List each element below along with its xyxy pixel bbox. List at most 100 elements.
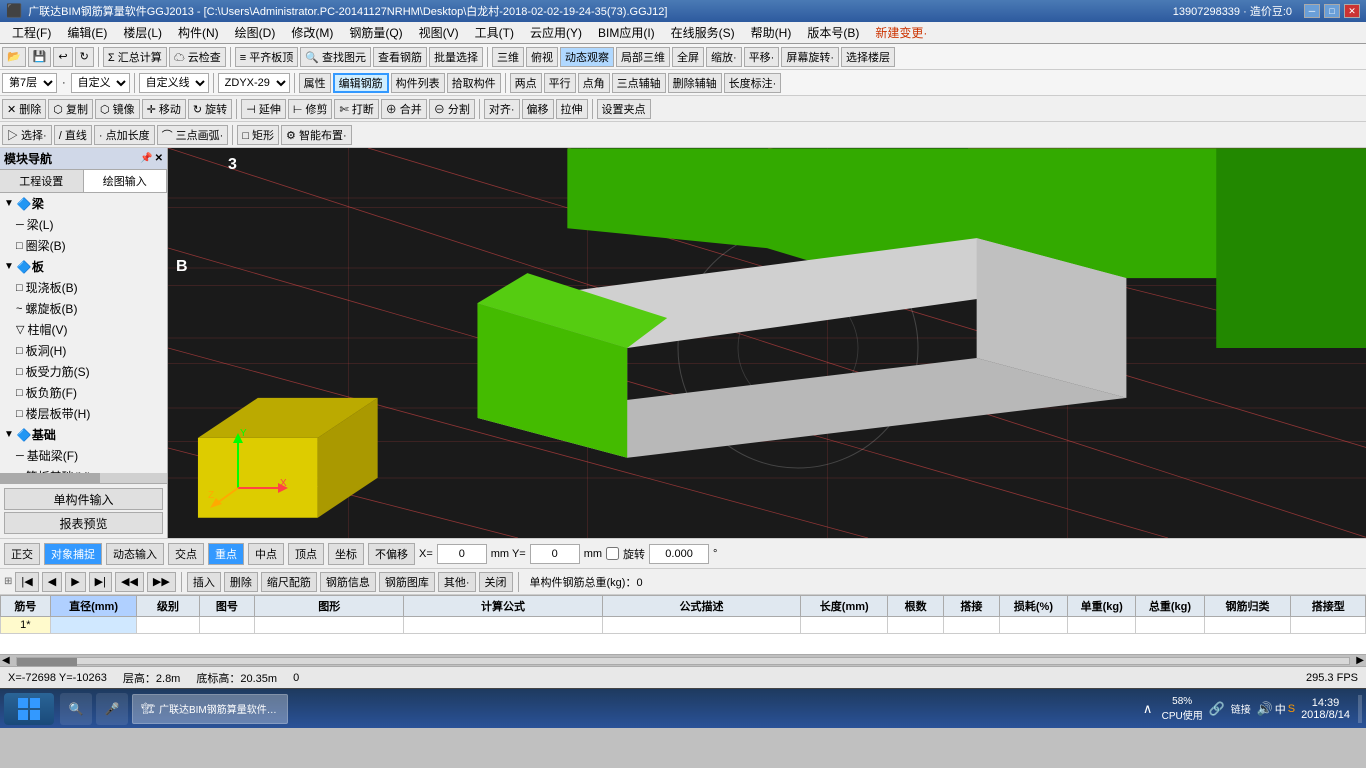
tb-fullscreen-btn[interactable]: 全屏 — [672, 47, 704, 67]
tree-item-lcbd[interactable]: □ 楼层板带(H) — [0, 403, 167, 424]
viewport-scrollbar[interactable]: ◀ ▶ — [0, 654, 1366, 666]
scrollbar-thumb[interactable] — [17, 658, 77, 666]
scroll-left-btn[interactable]: ◀ — [0, 655, 12, 666]
tb-local-3d-btn[interactable]: 局部三维 — [616, 47, 670, 67]
tb-align-btn[interactable]: 对齐· — [484, 99, 520, 119]
tb-rect-btn[interactable]: □ 矩形 — [237, 125, 279, 145]
tb-merge-btn[interactable]: ⊕ 合并 — [381, 99, 427, 119]
single-comp-input-btn[interactable]: 单构件输入 — [4, 488, 163, 510]
mode-zhengiao-btn[interactable]: 正交 — [4, 543, 40, 565]
menu-gangjin[interactable]: 钢筋量(Q) — [341, 22, 410, 43]
tb-rotate-btn[interactable]: ↻ 旋转 — [188, 99, 232, 119]
tb-stretch-btn[interactable]: 拉伸 — [556, 99, 588, 119]
sidebar-close-icon[interactable]: ✕ — [155, 153, 163, 164]
lang-indicator[interactable]: 中 — [1275, 701, 1286, 717]
menu-bimyingyong[interactable]: BIM应用(I) — [590, 22, 663, 43]
menu-bianji[interactable]: 编辑(E) — [59, 22, 115, 43]
tree-item-lxb[interactable]: ~ 螺旋板(B) — [0, 298, 167, 319]
cell-diameter[interactable] — [50, 617, 137, 634]
speaker-icon[interactable]: 🔊 — [1257, 701, 1273, 717]
tb-edit-rebar-btn[interactable]: 编辑钢筋 — [333, 73, 389, 93]
tb-del-aux-btn[interactable]: 删除辅轴 — [668, 73, 722, 93]
viewport[interactable]: 3 B Y X Z — [168, 148, 1366, 538]
rotate-input[interactable] — [649, 544, 709, 564]
tb-3d-btn[interactable]: 三维 — [492, 47, 524, 67]
tree-item-liang[interactable]: ▼ 🔷 梁 — [0, 193, 167, 214]
menu-louceng[interactable]: 楼层(L) — [115, 22, 170, 43]
tree-item-bfj[interactable]: □ 板负筋(F) — [0, 382, 167, 403]
tb-view-rebar-btn[interactable]: 查看钢筋 — [373, 47, 427, 67]
maximize-button[interactable]: □ — [1324, 4, 1340, 18]
mode-coord-btn[interactable]: 坐标 — [328, 543, 364, 565]
network-icon[interactable]: 🔗 — [1209, 701, 1225, 717]
rebar-table-area[interactable]: 筋号 直径(mm) 级别 图号 图形 计算公式 公式描述 长度(mm) 根数 搭… — [0, 594, 1366, 654]
tb-split-btn[interactable]: ⊖ 分割 — [429, 99, 475, 119]
scroll-right-btn[interactable]: ▶ — [1354, 655, 1366, 666]
tree-item-zm[interactable]: ▽ 柱帽(V) — [0, 319, 167, 340]
tb-parallel-btn[interactable]: 平行 — [544, 73, 576, 93]
tb-comp-list-btn[interactable]: 构件列表 — [391, 73, 445, 93]
rebar-info-btn[interactable]: 钢筋信息 — [320, 572, 376, 592]
taskbar-cortana-icon[interactable]: 🎤 — [96, 693, 128, 725]
tb-select-floor-btn[interactable]: 选择楼层 — [841, 47, 895, 67]
menu-yunyingyong[interactable]: 云应用(Y) — [522, 22, 590, 43]
menu-shitu[interactable]: 视图(V) — [411, 22, 467, 43]
tree-item-liang-b[interactable]: □ 圈梁(B) — [0, 235, 167, 256]
x-input[interactable] — [437, 544, 487, 564]
tb-mirror-btn[interactable]: ⬡ 镜像 — [95, 99, 140, 119]
tree-item-bslj[interactable]: □ 板受力筋(S) — [0, 361, 167, 382]
tb-del-btn[interactable]: ✕ 删除 — [2, 99, 46, 119]
report-preview-btn[interactable]: 报表预览 — [4, 512, 163, 534]
zdyx-line-select[interactable]: 自定义线 — [139, 73, 209, 93]
floor-type-select[interactable]: 自定义 — [71, 73, 130, 93]
tb-trim-btn[interactable]: ⊢ 修剪 — [288, 99, 333, 119]
tb-cloud-check-btn[interactable]: ☁ 云检查 — [169, 47, 226, 67]
input-indicator[interactable]: S — [1288, 703, 1295, 715]
tb-extend-btn[interactable]: ⊣ 延伸 — [241, 99, 286, 119]
mode-nooffset-btn[interactable]: 不偏移 — [368, 543, 415, 565]
rotate-checkbox[interactable] — [606, 547, 619, 560]
tree-item-jichu[interactable]: ▼ 🔷 基础 — [0, 424, 167, 445]
tb-move-btn[interactable]: ✛ 移动 — [142, 99, 186, 119]
tb-select-btn[interactable]: ▷ 选择· — [2, 125, 52, 145]
tb-undo-btn[interactable]: ↩ — [53, 47, 72, 67]
start-button[interactable] — [4, 693, 54, 725]
tab-drawing-input[interactable]: 绘图输入 — [84, 170, 168, 192]
sidebar-scrollbar[interactable] — [0, 473, 167, 483]
tb-redo-btn[interactable]: ↻ — [75, 47, 94, 67]
tb-calc-btn[interactable]: Σ 汇总计算 — [103, 47, 167, 67]
tb-length-mark-btn[interactable]: 长度标注· — [724, 73, 782, 93]
layer-select[interactable]: 第7层 — [2, 73, 57, 93]
menu-zaixianfuwu[interactable]: 在线服务(S) — [663, 22, 743, 43]
tb-find-elem-btn[interactable]: 🔍 查找图元 — [300, 47, 371, 67]
minimize-button[interactable]: ─ — [1304, 4, 1320, 18]
tree-item-jcl[interactable]: ─ 基础梁(F) — [0, 445, 167, 466]
zdyx-num-select[interactable]: ZDYX-29 — [218, 73, 290, 93]
taskbar-task-ggj[interactable]: 🏗 广联达BIM钢筋算量软件GGJ2013 — [132, 694, 288, 724]
show-desktop-btn[interactable] — [1358, 695, 1362, 723]
mode-midpoint-btn[interactable]: 中点 — [248, 543, 284, 565]
menu-gongcheng[interactable]: 工程(F) — [4, 22, 59, 43]
rebar-nav-next2-btn[interactable]: ▶▶ — [147, 572, 176, 592]
tree-item-liang-l[interactable]: ─ 梁(L) — [0, 214, 167, 235]
tb-property-btn[interactable]: 属性 — [299, 73, 331, 93]
scrollbar-track[interactable] — [16, 657, 1351, 665]
menu-gongju[interactable]: 工具(T) — [467, 22, 522, 43]
time-display[interactable]: 14:39 2018/8/14 — [1301, 697, 1350, 721]
rebar-scale-btn[interactable]: 缩尺配筋 — [261, 572, 317, 592]
tb-set-anchor-btn[interactable]: 设置夹点 — [597, 99, 651, 119]
rebar-other-btn[interactable]: 其他· — [438, 572, 476, 592]
tree-item-ban[interactable]: ▼ 🔷 板 — [0, 256, 167, 277]
menu-bangzhu[interactable]: 帮助(H) — [743, 22, 800, 43]
tb-screen-rotate-btn[interactable]: 屏幕旋转· — [781, 47, 839, 67]
mode-jiaodian-btn[interactable]: 交点 — [168, 543, 204, 565]
tree-item-bk[interactable]: □ 板洞(H) — [0, 340, 167, 361]
tb-two-point-btn[interactable]: 两点 — [510, 73, 542, 93]
rebar-nav-next-btn[interactable]: ▶ — [65, 572, 85, 592]
menu-huitu[interactable]: 绘图(D) — [227, 22, 284, 43]
tb-save-btn[interactable]: 💾 — [28, 47, 52, 67]
tb-offset-btn[interactable]: 偏移 — [522, 99, 554, 119]
tb-topview-btn[interactable]: 俯视 — [526, 47, 558, 67]
tb-copy-btn[interactable]: ⬡ 复制 — [48, 99, 93, 119]
rebar-insert-btn[interactable]: 插入 — [187, 572, 221, 592]
